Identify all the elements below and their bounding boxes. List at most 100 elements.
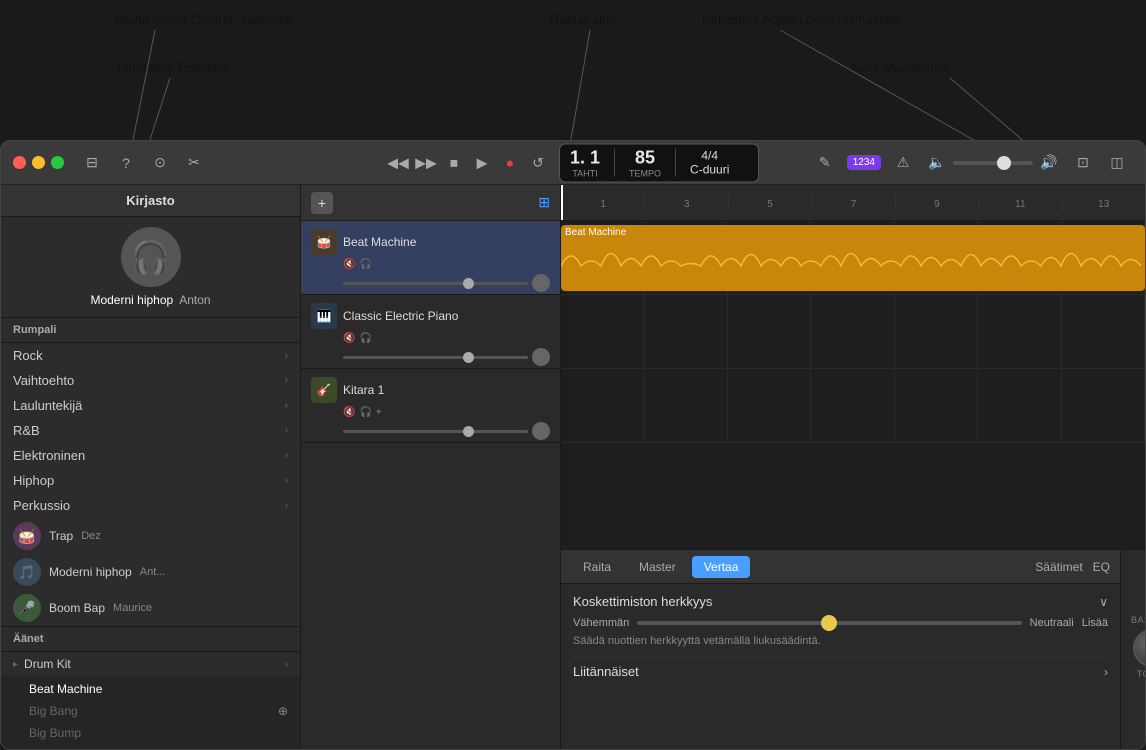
- track-piano-mute[interactable]: 🔇: [343, 333, 355, 344]
- tempo-display: 85 TEMPO: [629, 147, 661, 178]
- playhead: [561, 185, 563, 220]
- plugins-label: Liitännäiset: [573, 664, 639, 679]
- tab-vertaa[interactable]: Vertaa: [692, 556, 751, 578]
- user-modern-name: Moderni hiphop: [49, 565, 132, 579]
- notepad-icon[interactable]: ◫: [1105, 151, 1129, 175]
- time-sig-display: 4/4 C-duuri: [690, 149, 729, 177]
- track-guitar-volume[interactable]: [343, 430, 528, 433]
- maximize-button[interactable]: [51, 156, 64, 169]
- track-piano[interactable]: 🎹 Classic Electric Piano 🔇 🎧: [301, 295, 560, 369]
- panel-tabs: Raita Master Vertaa Säätimet EQ: [561, 550, 1120, 584]
- smart-control-icon[interactable]: ⊙: [148, 151, 172, 175]
- user-modern-sub: Ant...: [140, 566, 166, 578]
- play-button[interactable]: ▶: [471, 152, 493, 174]
- genre-elektroninen[interactable]: Elektroninen ›: [1, 443, 300, 468]
- annotation-notepad: Avaa Muistivihko.: [850, 60, 951, 75]
- drum-kit-item[interactable]: ▸ Drum Kit ›: [1, 652, 300, 676]
- track-guitar[interactable]: 🎸 Kitara 1 🔇 🎧 +: [301, 369, 560, 443]
- track-piano-name-row: 🎹 Classic Electric Piano: [311, 303, 550, 329]
- sounds-section: Äänet ▸ Drum Kit › Beat Machine Big Bang…: [1, 626, 300, 749]
- tempo-label: TEMPO: [629, 168, 661, 178]
- track-guitar-extra[interactable]: +: [376, 407, 382, 418]
- genre-rock-chevron: ›: [285, 350, 288, 361]
- genre-lauluntekija[interactable]: Lauluntekijä ›: [1, 393, 300, 418]
- close-button[interactable]: [13, 156, 26, 169]
- pencil-icon[interactable]: ✎: [813, 151, 837, 175]
- key-value: C-duuri: [690, 163, 729, 177]
- smart-tempo-badge[interactable]: 1234: [847, 155, 881, 170]
- sensitivity-slider[interactable]: [637, 621, 1021, 625]
- toolbar-right: ✎ 1234 ⚠ 🔈 🔊 ⊡ ◫: [813, 151, 1129, 175]
- stop-button[interactable]: ■: [443, 152, 465, 174]
- tab-master[interactable]: Master: [627, 556, 688, 578]
- track-beat-volume[interactable]: [343, 282, 528, 285]
- help-icon[interactable]: ?: [114, 151, 138, 175]
- genre-rock-label: Rock: [13, 348, 43, 363]
- library-icon[interactable]: ⊟: [80, 151, 104, 175]
- user-trap-name: Trap: [49, 529, 73, 543]
- track-piano-headphone[interactable]: 🎧: [359, 333, 371, 344]
- loops-icon[interactable]: ⊡: [1071, 151, 1095, 175]
- tab-saatimet[interactable]: Säätimet: [1035, 560, 1082, 574]
- master-volume-slider[interactable]: [953, 161, 1033, 165]
- track-guitar-mute[interactable]: 🔇: [343, 407, 355, 418]
- genre-perkussio[interactable]: Perkussio ›: [1, 493, 300, 518]
- genre-hiphop[interactable]: Hiphop ›: [1, 468, 300, 493]
- track-piano-volume-row: [343, 348, 550, 366]
- volume-up-icon: 🔊: [1037, 151, 1061, 175]
- rewind-button[interactable]: ◀◀: [387, 152, 409, 174]
- track-guitar-volume-thumb: [463, 426, 474, 437]
- track-beat-pan[interactable]: [532, 274, 550, 292]
- drum-big-bump-label: Big Bump: [29, 726, 81, 740]
- beat-region[interactable]: Beat Machine // Generate waveform bars: [561, 225, 1145, 291]
- tracks-edit-icon[interactable]: ⊞: [538, 194, 550, 211]
- genre-elektroninen-chevron: ›: [285, 450, 288, 461]
- position-label: TAHTI: [570, 168, 600, 178]
- grid-cell: [978, 295, 1061, 368]
- genre-rnb[interactable]: R&B ›: [1, 418, 300, 443]
- track-beat-machine[interactable]: 🥁 Beat Machine 🔇 🎧: [301, 221, 560, 295]
- tracks-content: Beat Machine // Generate waveform bars: [561, 221, 1145, 549]
- track-guitar-pan[interactable]: [532, 422, 550, 440]
- sidebar: Kirjasto 🎧 Moderni hiphop Anton Rumpali …: [1, 185, 301, 749]
- track-beat-headphone[interactable]: 🎧: [359, 259, 371, 270]
- record-button[interactable]: ●: [499, 152, 521, 174]
- user-trap[interactable]: 🥁 Trap Dez: [1, 518, 300, 554]
- scissors-icon[interactable]: ✂: [182, 151, 206, 175]
- drum-big-bump[interactable]: Big Bump: [1, 722, 300, 744]
- genre-elektroninen-label: Elektroninen: [13, 448, 85, 463]
- plugins-arrow[interactable]: ›: [1104, 665, 1108, 679]
- grid-cell: [978, 369, 1061, 442]
- drum-big-room[interactable]: Big Room ⊕: [1, 744, 300, 749]
- forward-button[interactable]: ▶▶: [415, 152, 437, 174]
- timeline-ruler[interactable]: 1 3 5 7 9 11 13: [561, 185, 1145, 221]
- genre-list: Rock › Vaihtoehto › Lauluntekijä › R&B ›…: [1, 343, 300, 518]
- cycle-button[interactable]: ↺: [527, 152, 549, 174]
- track-guitar-headphone[interactable]: 🎧: [359, 407, 371, 418]
- track-piano-pan[interactable]: [532, 348, 550, 366]
- user-modern-avatar: 🎵: [13, 558, 41, 586]
- annotation-lines: [0, 0, 1146, 140]
- drum-big-bang[interactable]: Big Bang ⊕: [1, 700, 300, 722]
- track-piano-volume[interactable]: [343, 356, 528, 359]
- sensitivity-slider-row: Vähemmän Neutraali Lisää: [573, 617, 1108, 629]
- volume-down-icon: 🔈: [925, 151, 949, 175]
- genre-lauluntekija-label: Lauluntekijä: [13, 398, 82, 413]
- grid-cell: [895, 295, 978, 368]
- track-beat-mute[interactable]: 🔇: [343, 259, 355, 270]
- minimize-button[interactable]: [32, 156, 45, 169]
- drum-beat-machine[interactable]: Beat Machine: [1, 678, 300, 700]
- genre-rock[interactable]: Rock ›: [1, 343, 300, 368]
- warning-icon[interactable]: ⚠: [891, 151, 915, 175]
- ruler-mark-11: 11: [978, 195, 1061, 210]
- tab-eq[interactable]: EQ: [1093, 560, 1110, 574]
- tomit-knob[interactable]: [1133, 629, 1145, 667]
- track-piano-volume-thumb: [463, 352, 474, 363]
- genre-vaihtoehto[interactable]: Vaihtoehto ›: [1, 368, 300, 393]
- add-track-button[interactable]: +: [311, 192, 333, 214]
- track-guitar-name: Kitara 1: [343, 383, 384, 397]
- tab-raita[interactable]: Raita: [571, 556, 623, 578]
- user-boombap[interactable]: 🎤 Boom Bap Maurice: [1, 590, 300, 626]
- sensitivity-chevron[interactable]: ∨: [1099, 595, 1108, 609]
- user-modern[interactable]: 🎵 Moderni hiphop Ant...: [1, 554, 300, 590]
